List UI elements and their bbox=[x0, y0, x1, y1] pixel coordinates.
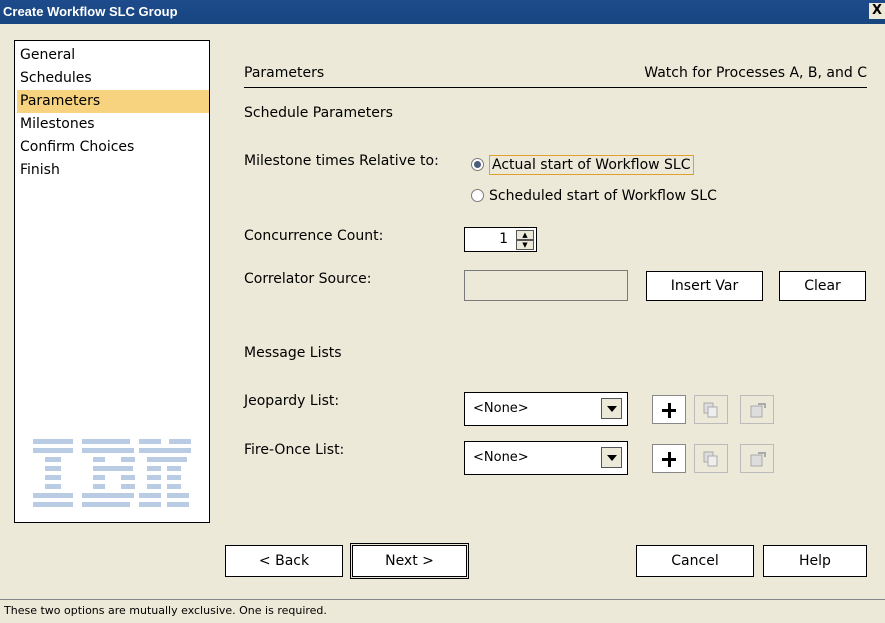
insert-var-button[interactable]: Insert Var bbox=[646, 271, 763, 301]
concurrence-value: 1 bbox=[499, 231, 508, 247]
section-subtitle: Watch for Processes A, B, and C bbox=[644, 65, 867, 81]
step-finish[interactable]: Finish bbox=[17, 159, 209, 182]
dialog-window: Create Workflow SLC Group X General Sche… bbox=[0, 0, 885, 623]
message-lists-heading: Message Lists bbox=[244, 345, 342, 361]
window-title: Create Workflow SLC Group bbox=[3, 4, 178, 19]
chevron-down-icon[interactable] bbox=[601, 398, 622, 419]
radio-scheduled-start[interactable]: Scheduled start of Workflow SLC bbox=[471, 186, 731, 208]
wizard-step-list: General Schedules Parameters Milestones … bbox=[14, 40, 210, 523]
add-jeopardy-button[interactable] bbox=[652, 395, 686, 424]
copy-fire-once-button[interactable] bbox=[694, 444, 728, 473]
jeopardy-label: Jeopardy List: bbox=[244, 393, 340, 409]
close-button[interactable]: X bbox=[869, 3, 885, 19]
step-milestones[interactable]: Milestones bbox=[17, 113, 209, 136]
jeopardy-value: <None> bbox=[473, 401, 529, 416]
edit-icon bbox=[750, 452, 766, 467]
edit-fire-once-button[interactable] bbox=[740, 444, 774, 473]
radio-unselected-icon bbox=[471, 189, 484, 202]
chevron-down-icon[interactable] bbox=[601, 447, 622, 468]
spinner-down-icon[interactable]: ▼ bbox=[516, 240, 534, 250]
ibm-logo bbox=[33, 439, 191, 507]
fire-once-value: <None> bbox=[473, 450, 529, 465]
section-title: Parameters bbox=[244, 65, 325, 81]
back-button[interactable]: < Back bbox=[225, 545, 343, 577]
radio-actual-label: Actual start of Workflow SLC bbox=[489, 155, 694, 175]
edit-icon bbox=[750, 403, 766, 418]
next-button[interactable]: Next > bbox=[350, 543, 469, 579]
spinner-up-icon[interactable]: ▲ bbox=[516, 230, 534, 240]
cancel-button[interactable]: Cancel bbox=[636, 545, 754, 577]
edit-jeopardy-button[interactable] bbox=[740, 395, 774, 424]
clear-button[interactable]: Clear bbox=[779, 271, 866, 301]
fire-once-label: Fire-Once List: bbox=[244, 442, 345, 458]
status-bar: These two options are mutually exclusive… bbox=[0, 599, 885, 623]
step-general[interactable]: General bbox=[17, 44, 209, 67]
radio-actual-start[interactable]: Actual start of Workflow SLC bbox=[471, 155, 701, 177]
step-schedules[interactable]: Schedules bbox=[17, 67, 209, 90]
step-confirm-choices[interactable]: Confirm Choices bbox=[17, 136, 209, 159]
correlator-label: Correlator Source: bbox=[244, 271, 372, 287]
copy-jeopardy-button[interactable] bbox=[694, 395, 728, 424]
jeopardy-list-select[interactable]: <None> bbox=[464, 392, 628, 426]
add-fire-once-button[interactable] bbox=[652, 444, 686, 473]
radio-scheduled-label: Scheduled start of Workflow SLC bbox=[489, 188, 717, 204]
copy-icon bbox=[703, 402, 718, 418]
concurrence-label: Concurrence Count: bbox=[244, 228, 384, 244]
radio-selected-icon bbox=[471, 158, 484, 171]
help-button[interactable]: Help bbox=[763, 545, 867, 577]
copy-icon bbox=[703, 451, 718, 467]
title-bar[interactable]: Create Workflow SLC Group X bbox=[0, 0, 885, 24]
milestone-label: Milestone times Relative to: bbox=[244, 153, 439, 169]
fire-once-list-select[interactable]: <None> bbox=[464, 441, 628, 475]
concurrence-spinner[interactable]: 1 ▲ ▼ bbox=[464, 227, 537, 252]
schedule-parameters-heading: Schedule Parameters bbox=[244, 105, 393, 121]
step-parameters[interactable]: Parameters bbox=[17, 90, 209, 113]
correlator-source-input[interactable] bbox=[464, 270, 628, 301]
section-header: Parameters Watch for Processes A, B, and… bbox=[244, 63, 867, 88]
